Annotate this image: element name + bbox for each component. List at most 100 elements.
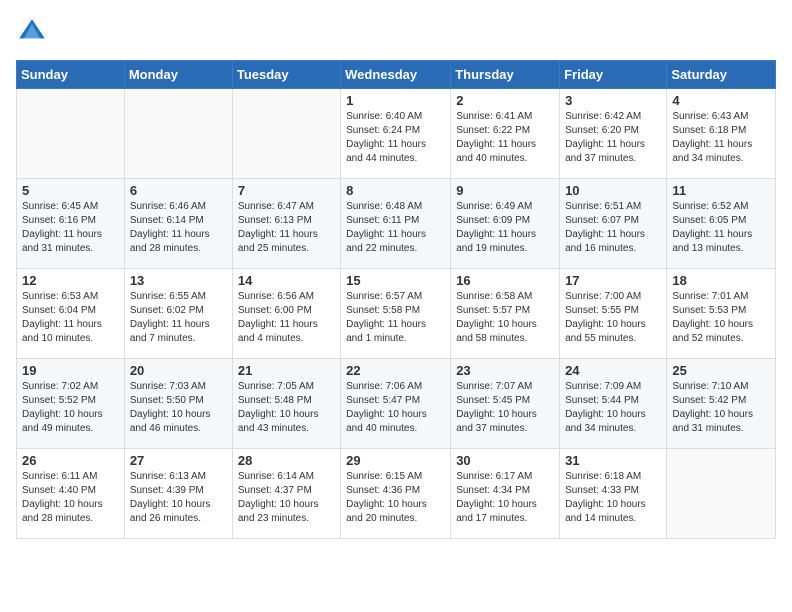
day-number: 19 xyxy=(22,363,119,378)
cell-info: Sunrise: 7:02 AM Sunset: 5:52 PM Dayligh… xyxy=(22,380,119,436)
weekday-header-row: SundayMondayTuesdayWednesdayThursdayFrid… xyxy=(17,61,776,89)
calendar-cell: 1 Sunrise: 6:40 AM Sunset: 6:24 PM Daylig… xyxy=(341,89,451,179)
calendar-cell: 24 Sunrise: 7:09 AM Sunset: 5:44 PM Dayli… xyxy=(560,359,667,449)
weekday-header-monday: Monday xyxy=(124,61,232,89)
calendar-week-row: 26 Sunrise: 6:11 AM Sunset: 4:40 PM Dayli… xyxy=(17,449,776,539)
day-number: 28 xyxy=(238,453,335,468)
day-number: 14 xyxy=(238,273,335,288)
weekday-header-saturday: Saturday xyxy=(667,61,776,89)
day-number: 26 xyxy=(22,453,119,468)
day-number: 5 xyxy=(22,183,119,198)
cell-info: Sunrise: 6:15 AM Sunset: 4:36 PM Dayligh… xyxy=(346,470,445,526)
day-number: 11 xyxy=(672,183,770,198)
cell-info: Sunrise: 6:47 AM Sunset: 6:13 PM Dayligh… xyxy=(238,200,335,256)
calendar-cell: 18Sunrise: 7:01 AM Sunset: 5:53 PM Dayli… xyxy=(667,269,776,359)
day-number: 17 xyxy=(565,273,661,288)
calendar-week-row: 5 Sunrise: 6:45 AM Sunset: 6:16 PM Daylig… xyxy=(17,179,776,269)
day-number: 27 xyxy=(130,453,227,468)
cell-info: Sunrise: 7:03 AM Sunset: 5:50 PM Dayligh… xyxy=(130,380,227,436)
calendar-cell: 19 Sunrise: 7:02 AM Sunset: 5:52 PM Dayli… xyxy=(17,359,125,449)
calendar-cell: 6 Sunrise: 6:46 AM Sunset: 6:14 PM Daylig… xyxy=(124,179,232,269)
cell-info: Sunrise: 7:00 AM Sunset: 5:55 PM Dayligh… xyxy=(565,290,661,346)
calendar-cell: 17 Sunrise: 7:00 AM Sunset: 5:55 PM Dayli… xyxy=(560,269,667,359)
weekday-header-thursday: Thursday xyxy=(451,61,560,89)
calendar-cell xyxy=(667,449,776,539)
cell-info: Sunrise: 7:09 AM Sunset: 5:44 PM Dayligh… xyxy=(565,380,661,436)
day-number: 21 xyxy=(238,363,335,378)
day-number: 1 xyxy=(346,93,445,108)
day-number: 12 xyxy=(22,273,119,288)
day-number: 10 xyxy=(565,183,661,198)
calendar-cell: 31 Sunrise: 6:18 AM Sunset: 4:33 PM Dayli… xyxy=(560,449,667,539)
cell-info: Sunrise: 6:42 AM Sunset: 6:20 PM Dayligh… xyxy=(565,110,661,166)
calendar-cell: 11Sunrise: 6:52 AM Sunset: 6:05 PM Dayli… xyxy=(667,179,776,269)
cell-info: Sunrise: 7:05 AM Sunset: 5:48 PM Dayligh… xyxy=(238,380,335,436)
day-number: 6 xyxy=(130,183,227,198)
calendar-cell: 27 Sunrise: 6:13 AM Sunset: 4:39 PM Dayli… xyxy=(124,449,232,539)
calendar-week-row: 19 Sunrise: 7:02 AM Sunset: 5:52 PM Dayli… xyxy=(17,359,776,449)
day-number: 15 xyxy=(346,273,445,288)
cell-info: Sunrise: 6:45 AM Sunset: 6:16 PM Dayligh… xyxy=(22,200,119,256)
day-number: 20 xyxy=(130,363,227,378)
cell-info: Sunrise: 6:53 AM Sunset: 6:04 PM Dayligh… xyxy=(22,290,119,346)
cell-info: Sunrise: 6:40 AM Sunset: 6:24 PM Dayligh… xyxy=(346,110,445,166)
cell-info: Sunrise: 6:17 AM Sunset: 4:34 PM Dayligh… xyxy=(456,470,554,526)
day-number: 13 xyxy=(130,273,227,288)
cell-info: Sunrise: 6:58 AM Sunset: 5:57 PM Dayligh… xyxy=(456,290,554,346)
calendar-cell xyxy=(232,89,340,179)
calendar-cell xyxy=(124,89,232,179)
day-number: 16 xyxy=(456,273,554,288)
weekday-header-wednesday: Wednesday xyxy=(341,61,451,89)
cell-info: Sunrise: 6:51 AM Sunset: 6:07 PM Dayligh… xyxy=(565,200,661,256)
weekday-header-sunday: Sunday xyxy=(17,61,125,89)
calendar-cell: 2 Sunrise: 6:41 AM Sunset: 6:22 PM Daylig… xyxy=(451,89,560,179)
calendar-cell: 30Sunrise: 6:17 AM Sunset: 4:34 PM Dayli… xyxy=(451,449,560,539)
day-number: 25 xyxy=(672,363,770,378)
cell-info: Sunrise: 6:41 AM Sunset: 6:22 PM Dayligh… xyxy=(456,110,554,166)
calendar-cell: 22 Sunrise: 7:06 AM Sunset: 5:47 PM Dayli… xyxy=(341,359,451,449)
calendar-cell: 10 Sunrise: 6:51 AM Sunset: 6:07 PM Dayli… xyxy=(560,179,667,269)
cell-info: Sunrise: 7:06 AM Sunset: 5:47 PM Dayligh… xyxy=(346,380,445,436)
calendar-cell xyxy=(17,89,125,179)
cell-info: Sunrise: 6:46 AM Sunset: 6:14 PM Dayligh… xyxy=(130,200,227,256)
day-number: 3 xyxy=(565,93,661,108)
cell-info: Sunrise: 6:13 AM Sunset: 4:39 PM Dayligh… xyxy=(130,470,227,526)
logo-icon xyxy=(16,16,48,48)
calendar-cell: 16 Sunrise: 6:58 AM Sunset: 5:57 PM Dayli… xyxy=(451,269,560,359)
calendar-cell: 13 Sunrise: 6:55 AM Sunset: 6:02 PM Dayli… xyxy=(124,269,232,359)
page-header xyxy=(16,16,776,48)
calendar-cell: 5 Sunrise: 6:45 AM Sunset: 6:16 PM Daylig… xyxy=(17,179,125,269)
day-number: 22 xyxy=(346,363,445,378)
day-number: 18 xyxy=(672,273,770,288)
calendar-cell: 7 Sunrise: 6:47 AM Sunset: 6:13 PM Daylig… xyxy=(232,179,340,269)
cell-info: Sunrise: 7:10 AM Sunset: 5:42 PM Dayligh… xyxy=(672,380,770,436)
cell-info: Sunrise: 6:57 AM Sunset: 5:58 PM Dayligh… xyxy=(346,290,445,346)
cell-info: Sunrise: 6:14 AM Sunset: 4:37 PM Dayligh… xyxy=(238,470,335,526)
cell-info: Sunrise: 6:56 AM Sunset: 6:00 PM Dayligh… xyxy=(238,290,335,346)
calendar-cell: 3 Sunrise: 6:42 AM Sunset: 6:20 PM Daylig… xyxy=(560,89,667,179)
day-number: 24 xyxy=(565,363,661,378)
weekday-header-friday: Friday xyxy=(560,61,667,89)
calendar-week-row: 1 Sunrise: 6:40 AM Sunset: 6:24 PM Daylig… xyxy=(17,89,776,179)
calendar-cell: 25 Sunrise: 7:10 AM Sunset: 5:42 PM Dayli… xyxy=(667,359,776,449)
calendar-cell: 9Sunrise: 6:49 AM Sunset: 6:09 PM Daylig… xyxy=(451,179,560,269)
calendar-cell: 21 Sunrise: 7:05 AM Sunset: 5:48 PM Dayli… xyxy=(232,359,340,449)
calendar-cell: 23Sunrise: 7:07 AM Sunset: 5:45 PM Dayli… xyxy=(451,359,560,449)
cell-info: Sunrise: 6:11 AM Sunset: 4:40 PM Dayligh… xyxy=(22,470,119,526)
calendar-cell: 28 Sunrise: 6:14 AM Sunset: 4:37 PM Dayli… xyxy=(232,449,340,539)
day-number: 31 xyxy=(565,453,661,468)
calendar-cell: 20 Sunrise: 7:03 AM Sunset: 5:50 PM Dayli… xyxy=(124,359,232,449)
cell-info: Sunrise: 6:18 AM Sunset: 4:33 PM Dayligh… xyxy=(565,470,661,526)
calendar-cell: 12 Sunrise: 6:53 AM Sunset: 6:04 PM Dayli… xyxy=(17,269,125,359)
calendar-cell: 15 Sunrise: 6:57 AM Sunset: 5:58 PM Dayli… xyxy=(341,269,451,359)
cell-info: Sunrise: 6:55 AM Sunset: 6:02 PM Dayligh… xyxy=(130,290,227,346)
day-number: 8 xyxy=(346,183,445,198)
day-number: 9 xyxy=(456,183,554,198)
cell-info: Sunrise: 7:07 AM Sunset: 5:45 PM Dayligh… xyxy=(456,380,554,436)
cell-info: Sunrise: 6:43 AM Sunset: 6:18 PM Dayligh… xyxy=(672,110,770,166)
day-number: 29 xyxy=(346,453,445,468)
calendar-cell: 8Sunrise: 6:48 AM Sunset: 6:11 PM Daylig… xyxy=(341,179,451,269)
day-number: 7 xyxy=(238,183,335,198)
day-number: 2 xyxy=(456,93,554,108)
logo xyxy=(16,16,52,48)
